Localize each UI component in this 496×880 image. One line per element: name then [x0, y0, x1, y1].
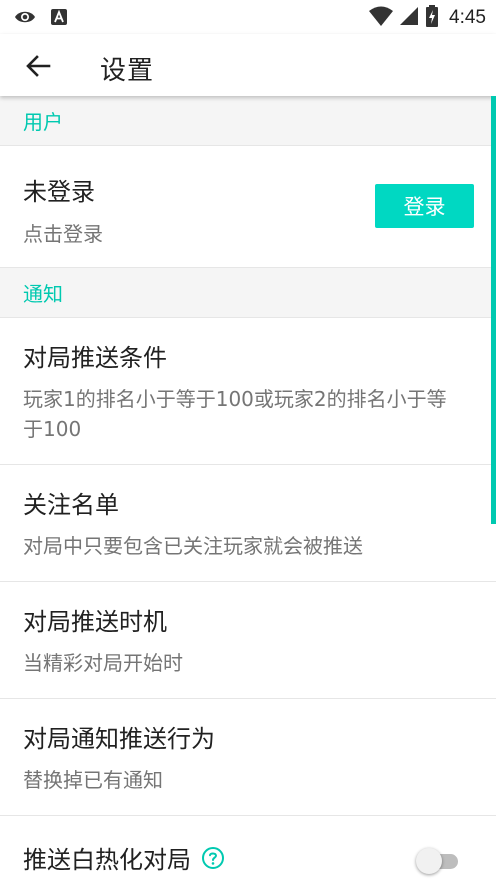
pref-notify-behavior[interactable]: 对局通知推送行为 替换掉已有通知	[0, 699, 496, 816]
status-bar-right: 4:45	[369, 5, 486, 31]
status-time: 4:45	[449, 7, 486, 28]
back-button[interactable]	[18, 46, 58, 86]
accessibility-a-icon	[50, 8, 68, 30]
hot-games-toggle[interactable]	[416, 846, 460, 876]
pref-summary: 当精彩对局开始时	[23, 651, 183, 675]
toolbar: 设置	[0, 34, 496, 96]
arrow-left-icon	[26, 55, 51, 77]
switch-title-row: 推送白热化对局	[23, 840, 225, 875]
status-bar-left	[14, 8, 68, 30]
battery-charging-icon	[425, 5, 439, 31]
login-status-subtitle: 点击登录	[23, 222, 103, 246]
pref-follow-list[interactable]: 关注名单 对局中只要包含已关注玩家就会被推送	[0, 465, 496, 582]
pref-summary: 玩家1的排名小于等于100或玩家2的排名小于等于100	[23, 387, 447, 441]
pref-title: 对局通知推送行为	[23, 725, 215, 753]
page-title: 设置	[100, 56, 155, 86]
wifi-icon	[369, 6, 394, 30]
pref-summary: 替换掉已有通知	[23, 768, 163, 792]
question-circle-icon[interactable]	[201, 846, 225, 870]
pref-summary: 对局中只要包含已关注玩家就会被推送	[23, 534, 363, 558]
pref-push-timing[interactable]: 对局推送时机 当精彩对局开始时	[0, 582, 496, 699]
section-header-user: 用户	[0, 96, 496, 146]
pref-push-hot-games[interactable]: 推送白热化对局	[0, 816, 496, 876]
login-status-title: 未登录	[23, 178, 95, 206]
status-bar: 4:45	[0, 0, 496, 34]
pref-title: 关注名单	[23, 491, 119, 519]
login-row[interactable]: 未登录 点击登录 登录	[0, 146, 496, 268]
eye-icon	[14, 9, 36, 29]
section-header-notify: 通知	[0, 268, 496, 318]
pref-title: 推送白热化对局	[23, 846, 191, 874]
pref-title: 对局推送时机	[23, 608, 167, 636]
scrollbar[interactable]	[491, 96, 496, 524]
settings-list[interactable]: 用户 未登录 点击登录 登录 通知 对局推送条件 玩家1的排名小于等于100或玩…	[0, 96, 496, 880]
cell-signal-icon	[399, 6, 419, 30]
pref-title: 对局推送条件	[23, 344, 167, 372]
pref-push-condition[interactable]: 对局推送条件 玩家1的排名小于等于100或玩家2的排名小于等于100	[0, 318, 496, 465]
toggle-thumb	[416, 848, 442, 874]
login-button[interactable]: 登录	[375, 184, 474, 228]
